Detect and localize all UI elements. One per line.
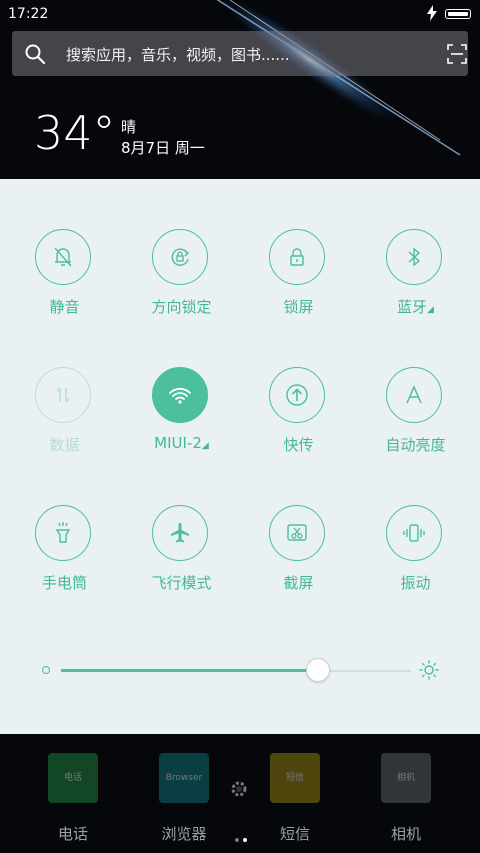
- vibrate-icon: [386, 505, 442, 561]
- toggle-mobile-data[interactable]: 数据: [6, 317, 123, 454]
- screenshot-icon: [269, 505, 325, 561]
- bell-off-icon: [35, 229, 91, 285]
- search-bar[interactable]: 搜索应用，音乐，视频，图书......: [12, 31, 468, 76]
- camera-app-icon: 相机: [381, 753, 431, 803]
- wifi-icon: [152, 367, 208, 423]
- dock-app-label: 短信: [279, 825, 310, 843]
- search-placeholder: 搜索应用，音乐，视频，图书......: [66, 46, 290, 64]
- toggle-label: 截屏: [283, 574, 314, 592]
- transfer-icon: [269, 367, 325, 423]
- toggle-label: 静音: [49, 298, 80, 316]
- toggle-label: 手电筒: [41, 574, 87, 592]
- toggle-label: 快传: [283, 436, 314, 454]
- page-dot-active: [243, 838, 247, 842]
- toggle-lock-screen[interactable]: 锁屏: [240, 179, 357, 316]
- expand-corner-icon: ◢: [427, 305, 434, 315]
- toggle-auto-brightness[interactable]: 自动亮度: [357, 317, 474, 454]
- dock-app-label: 浏览器: [161, 825, 207, 843]
- toggle-wifi[interactable]: MIUI-2◢: [123, 317, 240, 452]
- auto-brightness-icon: [386, 367, 442, 423]
- toggle-bluetooth[interactable]: 蓝牙◢: [357, 179, 474, 316]
- flashlight-icon: [35, 505, 91, 561]
- brightness-fill: [61, 669, 319, 672]
- toggle-airplane-mode[interactable]: 飞行模式: [123, 455, 240, 592]
- page-indicator: [233, 827, 249, 846]
- toggle-label: 自动亮度: [385, 436, 446, 454]
- browser-app-icon: Browser: [159, 753, 209, 803]
- lock-icon: [269, 229, 325, 285]
- phone-app-icon: 电话: [48, 753, 98, 803]
- weather-condition: 晴: [121, 118, 137, 136]
- gear-icon: [231, 781, 247, 797]
- toggle-label: MIUI-2◢: [154, 434, 209, 452]
- toggle-label: 方向锁定: [151, 298, 212, 316]
- expand-corner-icon: ◢: [201, 441, 209, 451]
- toggle-quick-transfer[interactable]: 快传: [240, 317, 357, 454]
- battery-icon: [445, 9, 471, 19]
- brightness-slider-thumb[interactable]: [306, 658, 331, 682]
- status-time: 17:22: [8, 6, 49, 22]
- toggle-flashlight[interactable]: 手电筒: [6, 455, 123, 592]
- brightness-low-icon: [42, 666, 50, 674]
- weather-date: 8月7日 周一: [121, 139, 205, 157]
- toggle-silent[interactable]: 静音: [6, 179, 123, 316]
- weather-temperature: 34°: [34, 106, 116, 160]
- quick-settings-panel: 静音 方向锁定 锁屏 蓝牙◢ 数据 MIUI-2◢ 快传 自动亮度 手电筒 飞行…: [0, 179, 480, 734]
- toggle-label: 蓝牙◢: [397, 298, 434, 316]
- mobile-data-icon: [35, 367, 91, 423]
- page-dot: [235, 838, 239, 842]
- dock-app-label: 电话: [57, 825, 88, 843]
- brightness-high-icon: [419, 660, 439, 680]
- scan-icon[interactable]: [447, 44, 467, 64]
- toggle-screenshot[interactable]: 截屏: [240, 455, 357, 592]
- toggle-vibrate[interactable]: 振动: [357, 455, 474, 592]
- toggle-rotation-lock[interactable]: 方向锁定: [123, 179, 240, 316]
- toggle-label: 锁屏: [283, 298, 314, 316]
- status-bar: 17:22: [0, 0, 480, 28]
- airplane-icon: [152, 505, 208, 561]
- dock-app-label: 相机: [390, 825, 421, 843]
- rotation-lock-icon: [152, 229, 208, 285]
- search-icon: [25, 44, 46, 65]
- bluetooth-icon: [386, 229, 442, 285]
- charging-icon: [427, 5, 437, 21]
- messages-app-icon: 短信: [270, 753, 320, 803]
- toggle-label: 振动: [400, 574, 431, 592]
- toggle-label: 数据: [49, 436, 80, 454]
- toggle-label: 飞行模式: [151, 574, 212, 592]
